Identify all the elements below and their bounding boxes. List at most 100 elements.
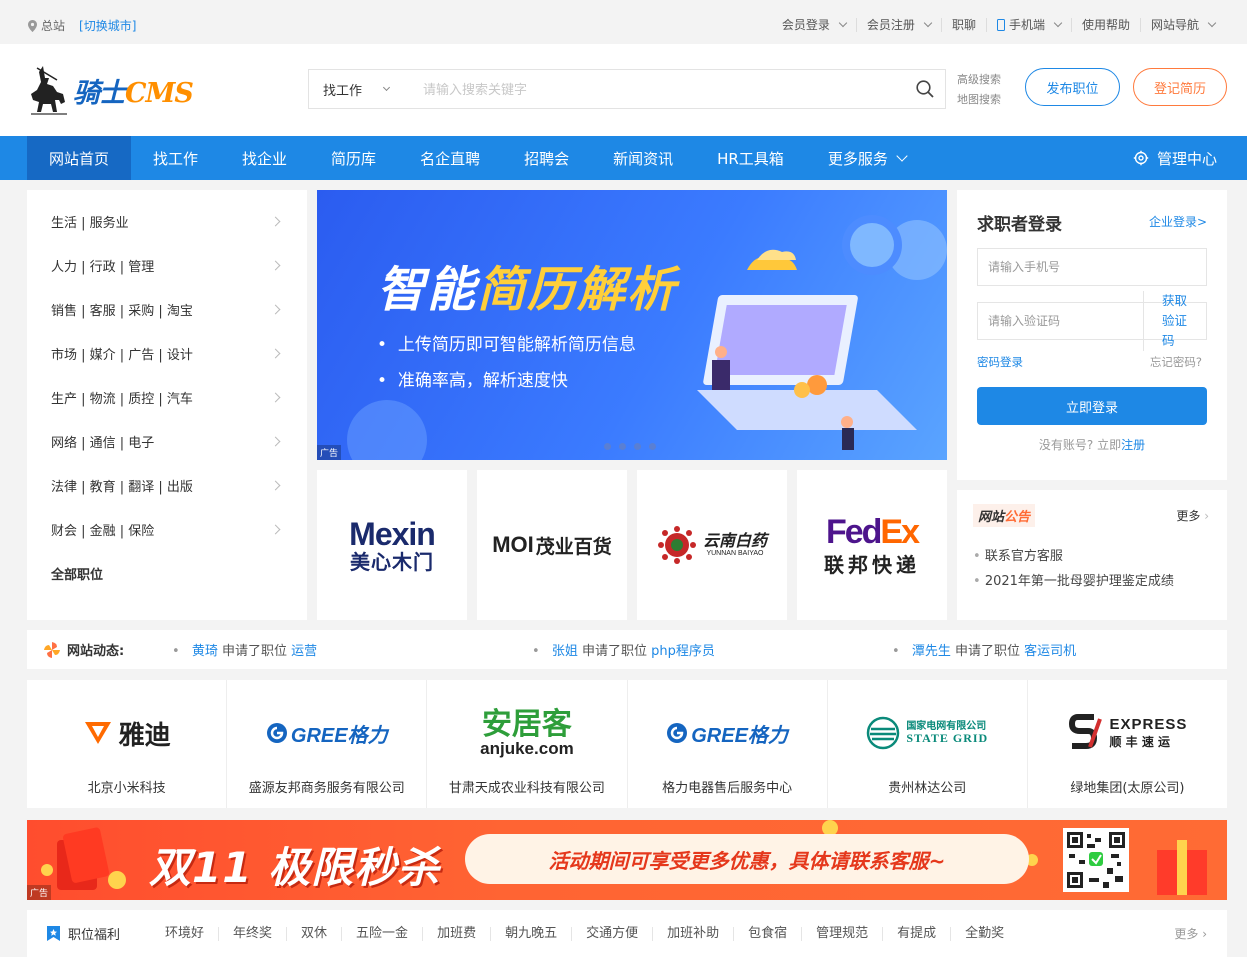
benefit-tag[interactable]: 有提成 [882,926,950,941]
company-logo-text: 安居客 [481,706,572,742]
management-center-label: 管理中心 [1156,149,1217,168]
category-item[interactable]: 市场 | 媒介 | 广告 | 设计 [27,331,307,375]
company-card[interactable]: EXPRESS 顺 丰 速 运 绿地集团(太原公司) [1027,680,1228,808]
login-button[interactable]: 立即登录 [977,387,1207,425]
company-name: 盛源友邦商务服务有限公司 [248,781,405,796]
search-button[interactable] [905,70,945,108]
activity-user[interactable]: 张姐 [552,644,578,659]
switch-city-link[interactable]: [切换城市] [79,17,136,34]
activity-user[interactable]: 潭先生 [912,644,951,659]
benefit-tag[interactable]: 管理规范 [801,926,882,941]
brand-fedex[interactable]: FedEx 联邦快递 [797,470,947,620]
get-code-button[interactable]: 获取验证码 [1143,291,1206,351]
company-card[interactable]: 国家电网有限公司 STATE GRID 贵州林达公司 [827,680,1027,808]
brand-logo-text: Mexin [349,516,436,552]
carousel-dot[interactable] [604,443,611,450]
banner-bullet: • 上传简历即可智能解析简历信息 [377,335,636,355]
activity-job[interactable]: 客运司机 [1024,644,1076,659]
search-type-select[interactable]: 找工作 [309,70,401,108]
register-resume-button[interactable]: 登记简历 [1133,68,1227,106]
notice-title-b: 公告 [1004,510,1031,525]
brand-mexin[interactable]: Mexin 美心木门 [317,470,467,620]
chat-link[interactable]: 职聊 [942,18,987,32]
company-card[interactable]: 安居客 anjuke.com 甘肃天成农业科技有限公司 [427,680,627,808]
member-login-menu[interactable]: 会员登录 [772,18,857,32]
advanced-search-link[interactable]: 高级搜索 [957,70,1001,90]
map-search-link[interactable]: 地图搜索 [957,90,1001,110]
nav-find-company[interactable]: 找企业 [220,136,309,180]
mobile-menu[interactable]: 手机端 [987,18,1072,32]
all-jobs-link[interactable]: 全部职位 [27,551,307,595]
brand-yunnan-baiyao[interactable]: 云南白药 YUNNAN BAIYAO [637,470,787,620]
benefit-tag[interactable]: 全勤奖 [950,926,1018,941]
category-item[interactable]: 生产 | 物流 | 质控 | 汽车 [27,375,307,419]
category-label: 人力 | 行政 | 管理 [51,259,155,275]
site-logo[interactable]: 骑士CMS [27,64,194,116]
nav-more-services[interactable]: 更多服务 [806,136,928,180]
benefits-more-link[interactable]: 更多 › [1174,925,1207,942]
nav-famous-companies[interactable]: 名企直聘 [398,136,502,180]
brand-moi[interactable]: MOI 茂业百货 [477,470,627,620]
nav-news[interactable]: 新闻资讯 [591,136,695,180]
nav-resume-library[interactable]: 简历库 [309,136,398,180]
brand-logo-text: FedEx [825,513,920,551]
category-item[interactable]: 销售 | 客服 | 采购 | 淘宝 [27,287,307,331]
management-center-link[interactable]: 管理中心 [1133,136,1217,180]
enterprise-login-link[interactable]: 企业登录> [1149,213,1207,230]
post-job-button[interactable]: 发布职位 [1025,68,1120,106]
banner-illustration [347,215,947,460]
company-card[interactable]: GREE格力 格力电器售后服务中心 [627,680,827,808]
activity-user[interactable]: 黄琦 [192,644,218,659]
benefit-tag[interactable]: 五险一金 [341,926,422,941]
category-item[interactable]: 财会 | 金融 | 保险 [27,507,307,551]
benefit-tag[interactable]: 加班费 [422,926,490,941]
search-input[interactable] [401,70,905,108]
nav-home[interactable]: 网站首页 [27,136,132,180]
company-logo-text: 雅迪 [118,720,171,751]
notice-more-link[interactable]: 更多 › [1176,507,1209,524]
nav-hr-tools[interactable]: HR工具箱 [695,136,806,180]
benefit-tag[interactable]: 双休 [286,926,341,941]
member-register-menu[interactable]: 会员注册 [857,18,942,32]
nav-job-fair[interactable]: 招聘会 [502,136,591,180]
category-item[interactable]: 生活 | 服务业 [27,199,307,243]
carousel-dot[interactable] [649,443,656,450]
company-card[interactable]: 雅迪 北京小米科技 [27,680,227,808]
company-logo: GREE格力 [227,698,426,768]
help-link[interactable]: 使用帮助 [1072,18,1141,32]
star-bookmark-icon [47,926,60,941]
password-login-link[interactable]: 密码登录 [977,354,1023,370]
benefit-tag[interactable]: 加班补助 [652,926,733,941]
company-name: 北京小米科技 [87,781,166,796]
benefit-tag[interactable]: 包食宿 [733,926,801,941]
company-logo: GREE格力 [628,698,827,768]
site-nav-menu[interactable]: 网站导航 [1141,18,1225,32]
activity-job[interactable]: php程序员 [651,644,715,659]
benefit-tag[interactable]: 交通方便 [571,926,652,941]
code-input[interactable] [988,303,1143,339]
chevron-down-icon [382,83,391,91]
nav-find-job[interactable]: 找工作 [131,136,220,180]
top-links: 会员登录 会员注册 职聊 手机端 使用帮助 网站导航 [772,18,1225,32]
search-bar: 找工作 [308,69,946,109]
carousel-dot[interactable] [634,443,641,450]
category-label: 网络 | 通信 | 电子 [51,435,155,451]
notice-item[interactable]: 联系官方客服 [973,545,1063,564]
hero-banner[interactable]: 智能简历解析 • 上传简历即可智能解析简历信息 • 准确率高，解析速度快 广告 [317,190,947,460]
benefit-tag[interactable]: 年终奖 [218,926,286,941]
carousel-dot[interactable] [619,443,626,450]
phone-input[interactable] [988,249,1206,285]
category-item[interactable]: 网络 | 通信 | 电子 [27,419,307,463]
benefit-tag[interactable]: 朝九晚五 [490,926,571,941]
notice-item[interactable]: 2021年第一批母婴护理鉴定成绩 [973,570,1174,589]
benefit-tag[interactable]: 环境好 [151,926,218,941]
activity-job[interactable]: 运营 [291,644,317,659]
register-link[interactable]: 注册 [1121,438,1145,452]
category-item[interactable]: 法律 | 教育 | 翻译 | 出版 [27,463,307,507]
category-item[interactable]: 人力 | 行政 | 管理 [27,243,307,287]
forgot-password-link[interactable]: 忘记密码? [1150,354,1202,370]
company-card[interactable]: GREE格力 盛源友邦商务服务有限公司 [227,680,427,808]
chevron-right-icon [270,480,281,490]
promo-banner[interactable]: 双11 极限秒杀 活动期间可享受更多优惠，具体请联系客服~ 广告 [27,820,1227,900]
site-activity-bar: 网站动态: 黄琦 申请了职位 运营 张姐 申请了职位 php程序员 潭先生 申请… [27,630,1227,669]
